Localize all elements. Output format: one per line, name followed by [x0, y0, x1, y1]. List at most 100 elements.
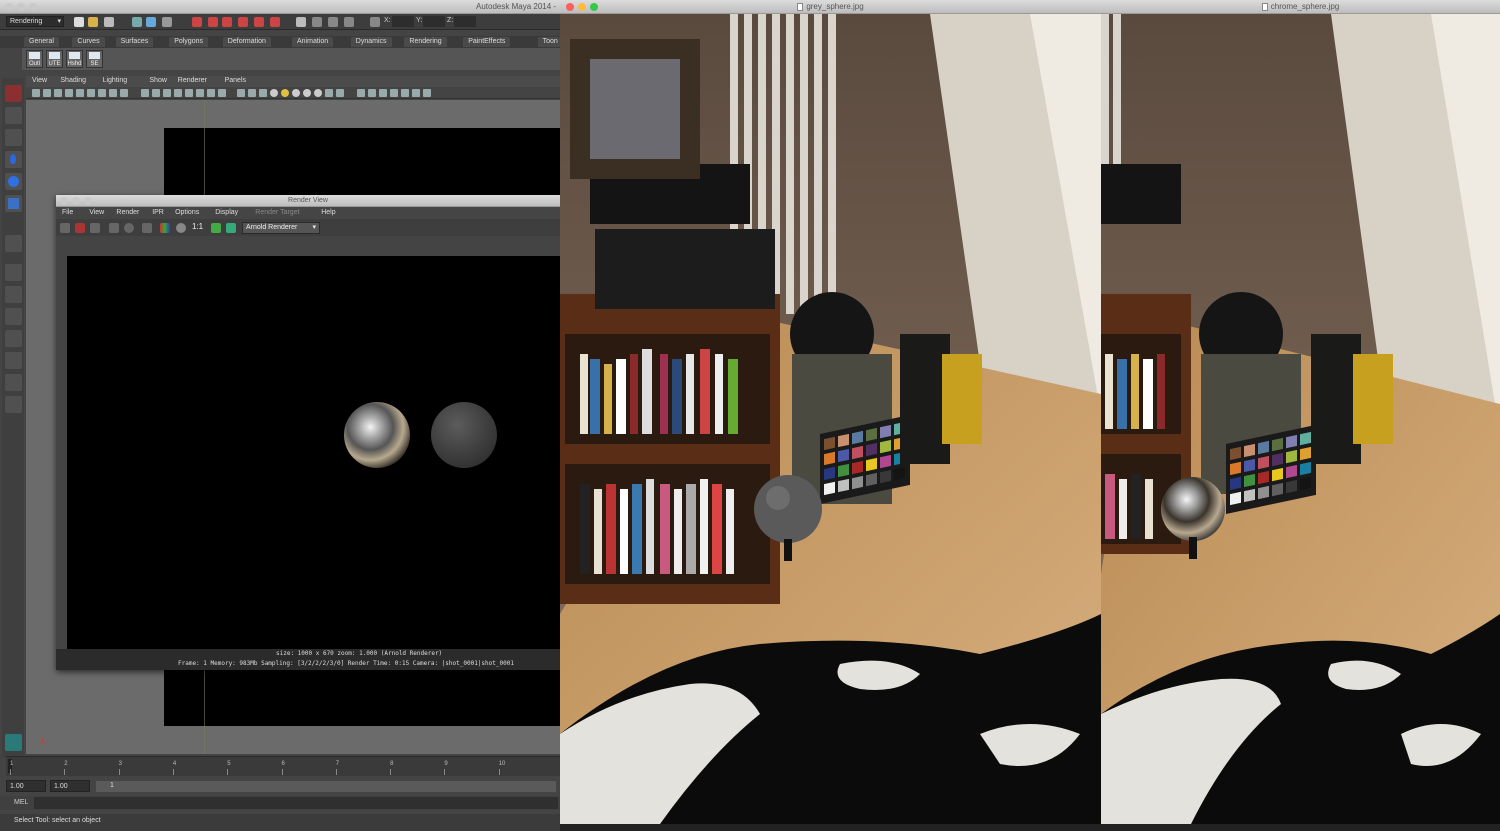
- panel-tool-icon[interactable]: [109, 89, 117, 97]
- panel-tool-icon[interactable]: [32, 89, 40, 97]
- zoom-button[interactable]: [84, 197, 92, 205]
- move-tool-icon[interactable]: [5, 151, 22, 168]
- panel-tool-icon[interactable]: [87, 89, 95, 97]
- panel-tool-icon[interactable]: [65, 89, 73, 97]
- panel-tool-icon[interactable]: [379, 89, 387, 97]
- snapshot-icon[interactable]: [90, 223, 100, 233]
- panel-tool-icon[interactable]: [196, 89, 204, 97]
- panel-tool-icon[interactable]: [76, 89, 84, 97]
- render-settings-icon[interactable]: [328, 17, 338, 27]
- two-layout-icon[interactable]: [5, 308, 22, 325]
- z-field[interactable]: [454, 16, 476, 27]
- real-size-button[interactable]: 1:1: [192, 222, 203, 231]
- render-view-menu-item[interactable]: IPR: [152, 209, 164, 216]
- color-management-icon[interactable]: [226, 223, 236, 233]
- shelf-tab[interactable]: Dynamics: [350, 37, 392, 47]
- shelf-tab[interactable]: Polygons: [169, 37, 208, 47]
- panel-tool-icon[interactable]: [120, 89, 128, 97]
- close-button[interactable]: [5, 3, 13, 11]
- panel-tool-icon[interactable]: [357, 89, 365, 97]
- script-editor-shelf-button[interactable]: SE: [86, 50, 103, 68]
- minimize-button[interactable]: [72, 197, 80, 205]
- select-hierarchy-icon[interactable]: [132, 17, 142, 27]
- render-view-menu-item[interactable]: Render Target: [255, 209, 299, 216]
- snap-point-icon[interactable]: [222, 17, 232, 27]
- open-scene-icon[interactable]: [88, 17, 98, 27]
- minimize-button[interactable]: [17, 3, 25, 11]
- ipr-render-icon[interactable]: [75, 223, 85, 233]
- persp-graph-layout-icon[interactable]: [5, 352, 22, 369]
- shelf-tab[interactable]: PaintEffects: [463, 37, 511, 47]
- save-scene-icon[interactable]: [104, 17, 114, 27]
- display-settings-icon[interactable]: [211, 223, 221, 233]
- rgb-channels-icon[interactable]: [160, 223, 170, 233]
- panel-tool-icon[interactable]: [141, 89, 149, 97]
- time-slider[interactable]: 1 2 3 4 5 6 7 8 9 10: [6, 756, 560, 776]
- render-view-menu-item[interactable]: Help: [321, 209, 335, 216]
- shelf-tab[interactable]: Deformation: [222, 37, 271, 47]
- snap-curve-icon[interactable]: [208, 17, 218, 27]
- paint-select-icon[interactable]: [5, 129, 22, 146]
- panel-tool-icon[interactable]: [292, 89, 300, 97]
- panel-tool-icon[interactable]: [259, 89, 267, 97]
- render-view-menu-item[interactable]: View: [89, 209, 104, 216]
- shelf-tab[interactable]: Rendering: [404, 37, 447, 47]
- panel-tool-icon[interactable]: [248, 89, 256, 97]
- panel-tool-icon[interactable]: [270, 89, 278, 97]
- ipr-render-icon[interactable]: [312, 17, 322, 27]
- redo-render-icon[interactable]: [60, 223, 70, 233]
- layout-menu-icon[interactable]: [5, 396, 22, 413]
- scale-tool-icon[interactable]: [5, 195, 22, 212]
- shelf-tab[interactable]: Toon: [537, 37, 563, 47]
- ute-shelf-button[interactable]: UTE: [46, 50, 63, 68]
- hypershade-layout-icon[interactable]: [5, 374, 22, 391]
- renderer-dropdown[interactable]: Arnold Renderer ▾: [242, 222, 320, 234]
- range-bar[interactable]: 1: [96, 781, 556, 792]
- render-view-menu-item[interactable]: Render: [116, 209, 139, 216]
- hypershade-shelf-button[interactable]: Hshd: [66, 50, 83, 68]
- input-mode-icon[interactable]: [370, 17, 380, 27]
- panel-tool-icon[interactable]: [401, 89, 409, 97]
- panel-tool-icon[interactable]: [163, 89, 171, 97]
- shelf-tab[interactable]: Curves: [72, 37, 105, 47]
- outliner-shelf-button[interactable]: Outl: [26, 50, 43, 68]
- select-tool-icon[interactable]: [5, 85, 22, 102]
- panel-menu-item[interactable]: Lighting: [103, 77, 128, 84]
- panel-tool-icon[interactable]: [207, 89, 215, 97]
- close-button[interactable]: [60, 197, 68, 205]
- render-region-icon[interactable]: [109, 223, 119, 233]
- snap-grid-icon[interactable]: [192, 17, 202, 27]
- start-time-field[interactable]: 1.00: [6, 780, 46, 792]
- history-icon[interactable]: [270, 17, 280, 27]
- panel-menu-item[interactable]: Panels: [225, 77, 246, 84]
- snap-live-icon[interactable]: [254, 17, 264, 27]
- render-view-menu-item[interactable]: Options: [175, 209, 199, 216]
- menuset-dropdown[interactable]: Rendering ▾: [6, 16, 64, 27]
- select-object-icon[interactable]: [146, 17, 156, 27]
- keep-image-icon[interactable]: [142, 223, 152, 233]
- render-image[interactable]: [67, 256, 560, 649]
- panel-tool-icon[interactable]: [98, 89, 106, 97]
- persp-outliner-layout-icon[interactable]: [5, 330, 22, 347]
- refresh-icon[interactable]: [124, 223, 134, 233]
- panel-tool-icon[interactable]: [314, 89, 322, 97]
- zoom-button[interactable]: [590, 3, 598, 11]
- panel-tool-icon[interactable]: [237, 89, 245, 97]
- four-layout-icon[interactable]: [5, 286, 22, 303]
- x-field[interactable]: [392, 16, 414, 27]
- panel-tool-icon[interactable]: [390, 89, 398, 97]
- panel-tool-icon[interactable]: [423, 89, 431, 97]
- panel-menu-item[interactable]: Show: [149, 77, 167, 84]
- panel-tool-icon[interactable]: [152, 89, 160, 97]
- panel-tool-icon[interactable]: [325, 89, 333, 97]
- panel-tool-icon[interactable]: [218, 89, 226, 97]
- rotate-tool-icon[interactable]: [5, 173, 22, 190]
- panel-tool-icon[interactable]: [174, 89, 182, 97]
- panel-tool-icon[interactable]: [336, 89, 344, 97]
- zoom-button[interactable]: [29, 3, 37, 11]
- shelf-tab[interactable]: General: [24, 37, 59, 47]
- new-scene-icon[interactable]: [74, 17, 84, 27]
- panel-menu-item[interactable]: Shading: [60, 77, 86, 84]
- render-view-menu-item[interactable]: File: [62, 209, 73, 216]
- panel-tool-icon[interactable]: [185, 89, 193, 97]
